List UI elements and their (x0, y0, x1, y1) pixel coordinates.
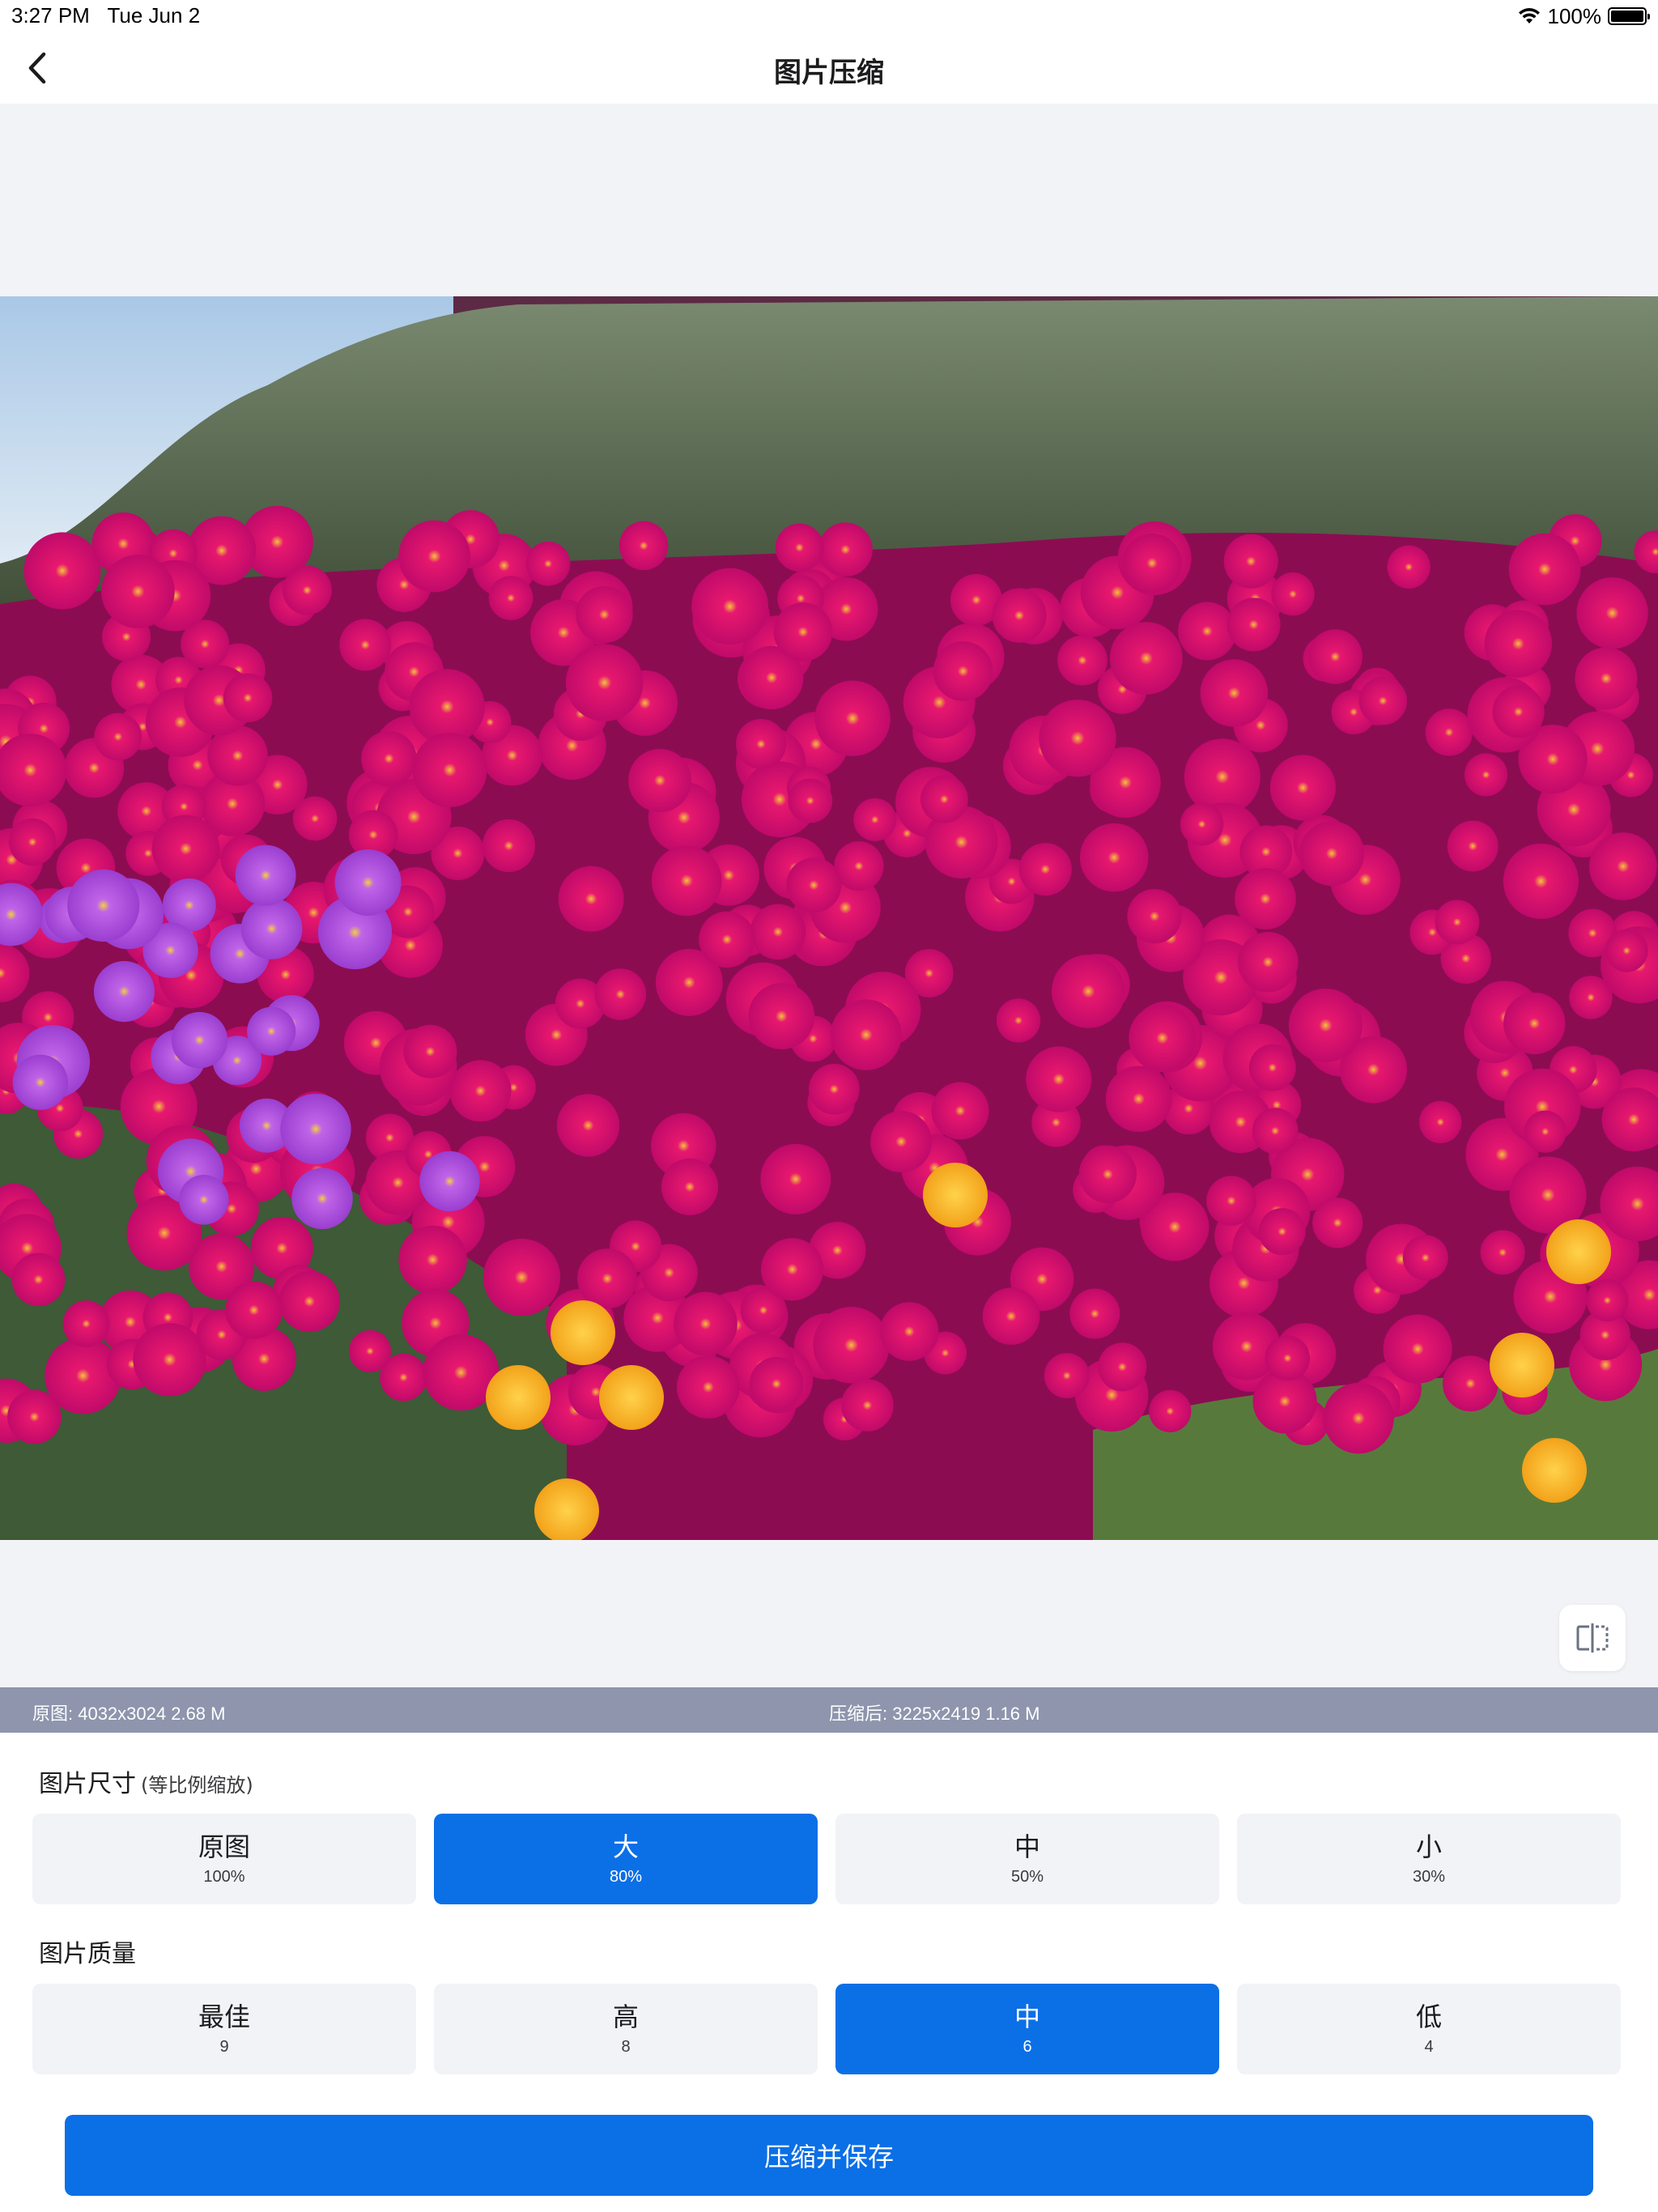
option-label: 高 (612, 2001, 639, 2032)
compress-save-button[interactable]: 压缩并保存 (65, 2115, 1593, 2196)
size-option-original[interactable]: 原图 100% (32, 1814, 416, 1904)
compare-button[interactable] (1559, 1605, 1626, 1671)
status-time: 3:27 PM Tue Jun 2 (11, 3, 200, 28)
option-label: 大 (612, 1831, 639, 1862)
size-option-medium[interactable]: 中 50% (835, 1814, 1219, 1904)
size-option-large[interactable]: 大 80% (434, 1814, 818, 1904)
option-value: 30% (1412, 1868, 1446, 1886)
page-title: 图片压缩 (774, 57, 884, 89)
quality-option-best[interactable]: 最佳 9 (32, 1984, 416, 2074)
option-value: 6 (1022, 2038, 1032, 2056)
quality-section-title: 图片质量 (39, 1933, 136, 1969)
split-compare-icon (1576, 1623, 1609, 1653)
option-value: 80% (609, 1868, 643, 1886)
status-indicators: 100% (1517, 3, 1650, 29)
size-option-small[interactable]: 小 30% (1237, 1814, 1621, 1904)
option-label: 中 (1014, 2001, 1040, 2032)
option-value: 4 (1424, 2038, 1434, 2056)
nav-bar: 图片压缩 (0, 32, 1658, 104)
battery-percent: 100% (1547, 3, 1602, 28)
quality-option-medium[interactable]: 中 6 (835, 1984, 1219, 2074)
photo-preview (0, 296, 1658, 1540)
status-bar: 3:27 PM Tue Jun 2 100% (0, 0, 1658, 32)
image-preview-area (0, 104, 1658, 1687)
option-value: 50% (1010, 1868, 1044, 1886)
size-section-title: 图片尺寸 (等比例缩放) (39, 1763, 253, 1799)
quality-option-low[interactable]: 低 4 (1237, 1984, 1621, 2074)
option-label: 低 (1415, 2001, 1442, 2032)
size-title: 图片尺寸 (39, 1770, 136, 1798)
battery-icon (1608, 7, 1650, 25)
quality-title: 图片质量 (39, 1940, 136, 1968)
original-info: 原图: 4032x3024 2.68 M (32, 1704, 226, 1724)
size-subtitle: (等比例缩放) (141, 1774, 253, 1797)
image-info-bar: 原图: 4032x3024 2.68 M 压缩后: 3225x2419 1.16… (0, 1687, 1658, 1733)
quality-option-high[interactable]: 高 8 (434, 1984, 818, 2074)
option-label: 中 (1014, 1831, 1040, 1862)
wifi-icon (1518, 8, 1540, 23)
option-label: 小 (1415, 1831, 1442, 1862)
option-value: 8 (621, 2038, 631, 2056)
status-clock: 3:27 PM (11, 3, 90, 28)
option-value: 100% (203, 1868, 245, 1886)
compressed-info: 压缩后: 3225x2419 1.16 M (829, 1704, 1040, 1724)
quality-options: 最佳 9 高 8 中 6 低 4 (32, 1984, 1621, 2074)
option-label: 原图 (198, 1831, 250, 1862)
option-value: 9 (219, 2038, 229, 2056)
option-label: 最佳 (198, 2001, 250, 2032)
status-date: Tue Jun 2 (107, 3, 201, 28)
size-options: 原图 100% 大 80% 中 50% 小 30% (32, 1814, 1621, 1904)
